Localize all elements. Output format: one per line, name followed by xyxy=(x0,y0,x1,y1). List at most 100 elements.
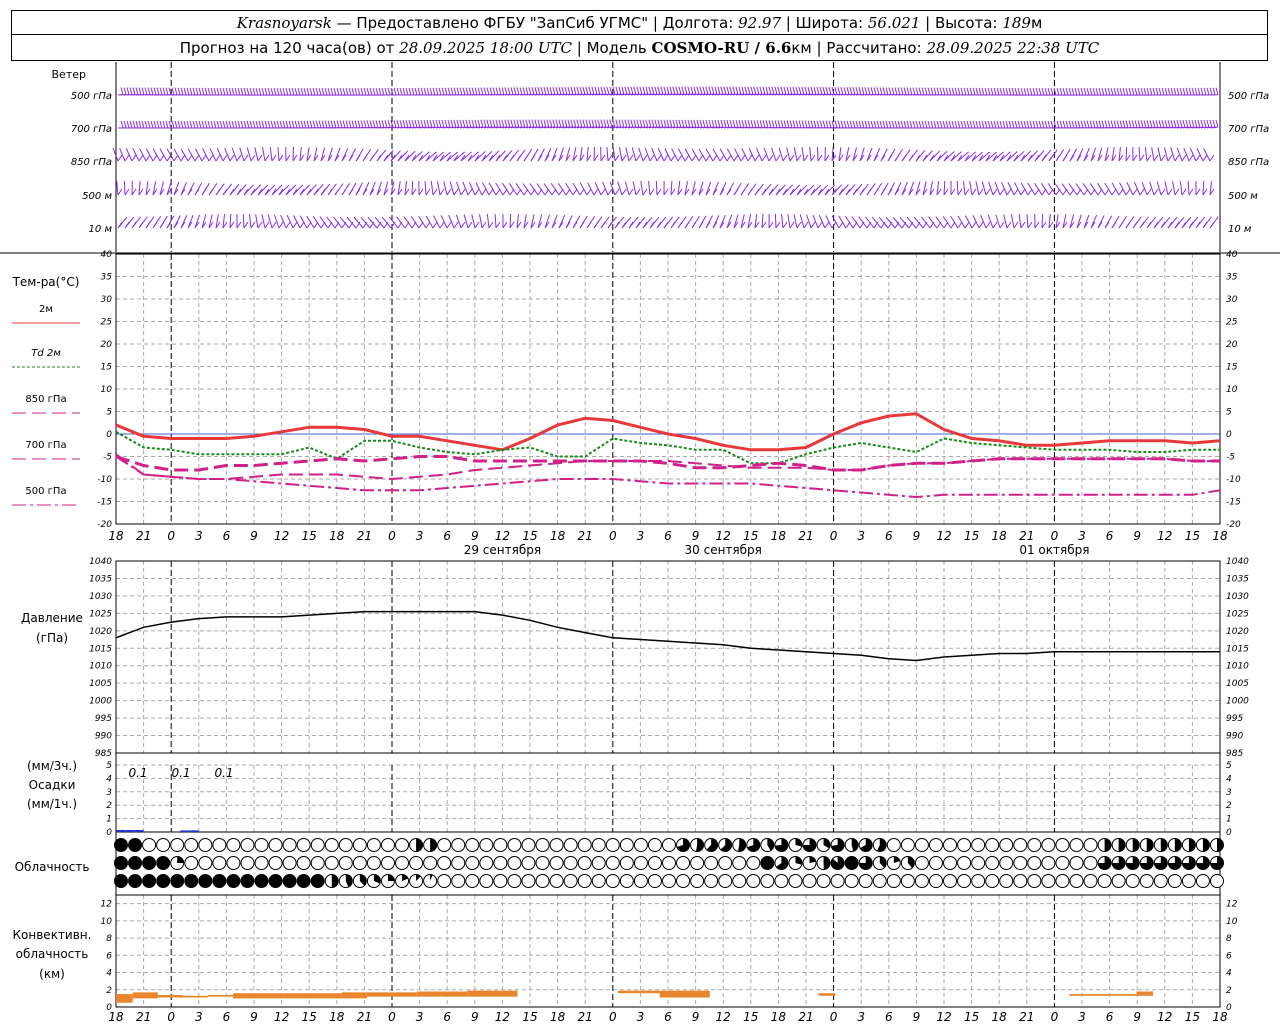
wind-barb xyxy=(995,214,1001,229)
wind-barb-feather xyxy=(614,221,620,229)
cloud-cover-symbol xyxy=(352,838,367,852)
wind-barb-feather xyxy=(957,221,963,229)
precip-ytick-left: 1 xyxy=(106,815,112,825)
wind-barb-feather xyxy=(516,119,520,127)
wind-barb-feather xyxy=(320,188,326,196)
wind-barb-feather xyxy=(843,87,847,95)
temp-legend-label: 700 гПа xyxy=(25,440,66,451)
wind-barb xyxy=(1164,181,1169,196)
wind-barb-feather xyxy=(522,87,526,95)
cloud-cover-symbol xyxy=(1111,874,1126,888)
pressure-ytick-right: 1020 xyxy=(1226,627,1249,637)
cloud-cover-symbol xyxy=(170,838,185,852)
temp-xtick-label: 15 xyxy=(522,529,537,543)
wind-barb xyxy=(396,216,406,229)
wind-barb xyxy=(1026,214,1029,229)
wind-barb-feather xyxy=(774,86,778,95)
conv-xtick-label: 3 xyxy=(637,1010,645,1024)
temp-xtick-label: 12 xyxy=(1157,529,1172,543)
wind-barb-feather xyxy=(1074,120,1078,128)
wind-barb-feather xyxy=(222,120,226,129)
wind-barb-feather xyxy=(1155,120,1159,128)
cloud-cover-symbol xyxy=(886,874,901,888)
wind-barb xyxy=(651,147,658,162)
wind-barb-feather xyxy=(942,120,946,129)
temp-xtick-label: 3 xyxy=(416,529,424,543)
wind-barb-feather xyxy=(698,221,704,229)
wind-barb xyxy=(456,181,462,196)
wind-barb-feather xyxy=(1077,120,1081,128)
wind-barb xyxy=(1176,147,1183,162)
wind-barb-feather xyxy=(1032,120,1036,129)
wind-barb-feather xyxy=(978,188,984,196)
temp-xtick-label: 18 xyxy=(771,529,787,543)
conv-xtick-label: 12 xyxy=(1157,1010,1172,1024)
cloud-cover-symbol xyxy=(1083,838,1098,852)
wind-barb-feather xyxy=(250,221,256,229)
wind-barb xyxy=(657,148,665,162)
wind-barb-feather xyxy=(579,188,585,196)
wind-barb-feather xyxy=(147,120,151,129)
wind-barb-feather xyxy=(468,87,472,95)
cloud-cover-symbol xyxy=(437,874,452,888)
wind-barb-feather xyxy=(924,120,928,129)
wind-barb-feather xyxy=(954,87,958,95)
wind-barb xyxy=(267,214,273,229)
wind-barb-feather xyxy=(1095,120,1099,128)
wind-barb-feather xyxy=(1026,87,1030,96)
wind-barb-feather xyxy=(483,119,487,127)
cloud-cover-fill xyxy=(1174,838,1182,852)
temp-xtick-label: 18 xyxy=(329,529,345,543)
wind-barb-feather xyxy=(816,86,820,95)
precip-amount-label: 0.1 xyxy=(214,766,233,780)
wind-barb-feather xyxy=(861,120,865,128)
wind-barb-feather xyxy=(507,119,511,127)
wind-barb-feather xyxy=(147,87,151,95)
wind-title: Ветер xyxy=(52,68,86,81)
wind-barb-feather xyxy=(672,119,676,127)
cloud-cover-symbol xyxy=(380,838,395,852)
wind-barb-feather xyxy=(852,87,856,95)
conv-cloud-bar xyxy=(157,994,183,998)
wind-barb-feather xyxy=(1116,120,1120,128)
wind-barb-feather xyxy=(615,119,619,127)
wind-barb xyxy=(374,216,385,229)
wind-barb-feather xyxy=(348,188,354,196)
conv-xtick-label: 15 xyxy=(743,1010,758,1024)
wind-barb xyxy=(239,147,245,162)
wind-barb-feather xyxy=(513,119,517,127)
wind-barb-feather xyxy=(439,188,445,196)
cloud-cover-fill xyxy=(696,838,704,852)
wind-barb-feather xyxy=(981,120,985,129)
wind-barb xyxy=(333,216,343,229)
wind-barb xyxy=(1172,181,1176,196)
wind-barb-feather xyxy=(504,119,508,127)
wind-barb-feather xyxy=(261,120,265,129)
wind-barb-feather xyxy=(649,221,655,229)
wind-barb-feather xyxy=(1020,120,1024,129)
conv-cloud-bar xyxy=(617,990,660,994)
wind-barb-feather xyxy=(687,86,691,94)
wind-barb-feather xyxy=(495,119,499,127)
wind-barb-feather xyxy=(603,86,607,95)
wind-barb-feather xyxy=(607,154,613,162)
wind-barb-feather xyxy=(670,154,676,162)
wind-barb-feather xyxy=(921,120,925,129)
wind-barb-feather xyxy=(654,119,658,127)
conv-xtick-label: 0 xyxy=(388,1010,396,1024)
cloud-cover-symbol xyxy=(900,874,915,888)
cloud-cover-symbol xyxy=(662,838,676,852)
wind-barb-feather xyxy=(213,120,217,129)
pressure-ytick-right: 990 xyxy=(1226,732,1243,742)
wind-barb xyxy=(771,147,777,162)
wind-barb-feather xyxy=(696,119,700,128)
temp-xtick-label: 15 xyxy=(964,529,979,543)
wind-barb-feather xyxy=(1200,87,1204,96)
wind-barb-feather xyxy=(321,120,325,128)
cloud-cover-symbol xyxy=(619,874,634,888)
wind-barb xyxy=(529,183,539,196)
wind-barb-feather xyxy=(699,119,703,128)
wind-barb xyxy=(327,147,333,162)
cloud-cover-symbol xyxy=(282,874,297,888)
wind-barb-feather xyxy=(1110,120,1114,128)
